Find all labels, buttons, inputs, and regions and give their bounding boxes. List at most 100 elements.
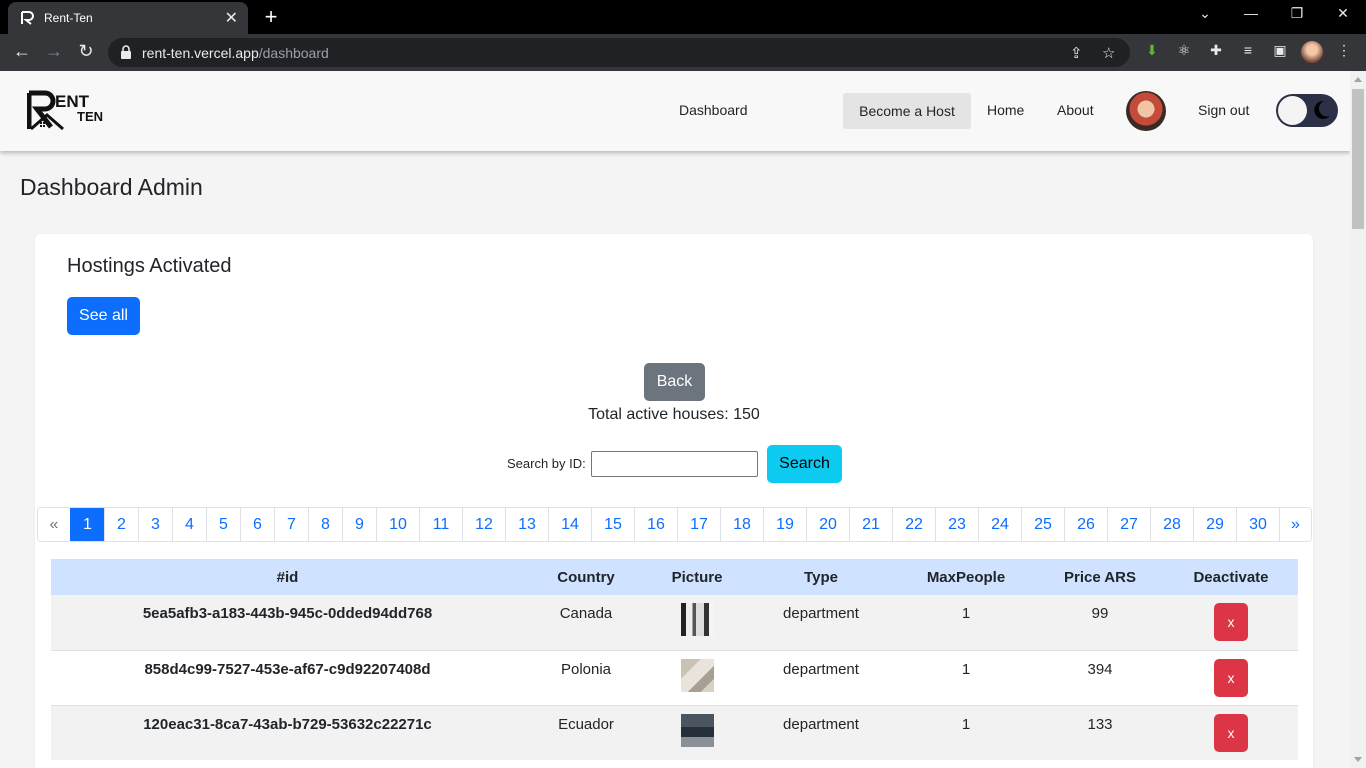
pagination-page-8[interactable]: 8 [308, 508, 342, 541]
pagination-page-21[interactable]: 21 [849, 508, 892, 541]
pagination-page-18[interactable]: 18 [720, 508, 763, 541]
browser-tab[interactable]: Rent-Ten ✕ [8, 2, 248, 34]
cell-country: Polonia [524, 649, 648, 706]
cell-price: 394 [1036, 649, 1164, 706]
pagination-page-5[interactable]: 5 [206, 508, 240, 541]
pagination-page-9[interactable]: 9 [342, 508, 376, 541]
pagination-page-15[interactable]: 15 [591, 508, 634, 541]
col-header-id: #id [51, 559, 524, 595]
pagination-page-11[interactable]: 11 [419, 508, 462, 541]
page-scrollbar[interactable] [1350, 71, 1366, 768]
bookmark-star-icon[interactable]: ☆ [1102, 44, 1115, 62]
share-icon[interactable]: ⇪ [1070, 44, 1083, 62]
download-extension-icon[interactable]: ⬇ [1142, 42, 1162, 62]
forward-arrow-icon[interactable]: → [42, 41, 66, 62]
pagination-page-22[interactable]: 22 [892, 508, 935, 541]
table-row: 5ea5afb3-a183-443b-945c-0dded94dd768 Can… [51, 595, 1298, 650]
reload-icon[interactable]: ↻ [74, 41, 98, 62]
pagination-page-29[interactable]: 29 [1193, 508, 1236, 541]
cell-type: department [746, 649, 896, 706]
pagination-prev[interactable]: « [38, 508, 70, 541]
browser-menu-icon[interactable]: ⋮ [1334, 42, 1354, 62]
back-button[interactable]: Back [644, 363, 705, 401]
rent-ten-logo[interactable]: ENT TEN [27, 89, 111, 133]
become-host-button[interactable]: Become a Host [843, 93, 971, 129]
cell-type: department [746, 705, 896, 760]
nav-about-link[interactable]: About [1057, 102, 1094, 118]
cell-country: Canada [524, 595, 648, 650]
dark-mode-toggle[interactable] [1276, 94, 1338, 127]
moon-icon [1314, 100, 1330, 119]
nav-dashboard-link[interactable]: Dashboard [679, 102, 748, 118]
close-window-icon[interactable]: ✕ [1320, 5, 1366, 22]
back-arrow-icon[interactable]: ← [10, 41, 34, 62]
extensions-puzzle-icon[interactable]: ✚ [1206, 42, 1226, 62]
table-row: 120eac31-8ca7-43ab-b729-53632c22271c Ecu… [51, 705, 1298, 760]
house-picture-thumbnail [680, 603, 714, 636]
restore-icon[interactable]: ❐ [1274, 5, 1320, 22]
scrollbar-thumb[interactable] [1352, 89, 1364, 229]
search-id-input[interactable] [591, 451, 758, 477]
react-devtools-icon[interactable]: ⚛ [1174, 42, 1194, 62]
cell-country: Ecuador [524, 705, 648, 760]
cell-deactivate: x [1164, 649, 1298, 706]
cell-maxpeople: 1 [896, 649, 1036, 706]
search-button[interactable]: Search [767, 445, 842, 483]
pagination-next[interactable]: » [1279, 508, 1311, 541]
address-bar[interactable]: rent-ten.vercel.app/dashboard ⇪ ☆ [108, 38, 1130, 67]
pagination-page-23[interactable]: 23 [935, 508, 978, 541]
col-header-country: Country [524, 559, 648, 595]
pagination-page-27[interactable]: 27 [1107, 508, 1150, 541]
pagination-page-20[interactable]: 20 [806, 508, 849, 541]
pagination-page-3[interactable]: 3 [138, 508, 172, 541]
table-row: 858d4c99-7527-453e-af67-c9d92207408d Pol… [51, 649, 1298, 706]
see-all-button[interactable]: See all [67, 297, 140, 335]
pagination-page-28[interactable]: 28 [1150, 508, 1193, 541]
rent-ten-favicon-icon [21, 11, 34, 25]
search-by-id-label: Search by ID: [507, 456, 586, 471]
pagination-page-4[interactable]: 4 [172, 508, 206, 541]
toggle-knob [1278, 96, 1307, 125]
pagination-page-10[interactable]: 10 [376, 508, 419, 541]
nav-home-link[interactable]: Home [987, 102, 1024, 118]
url-text: rent-ten.vercel.app/dashboard [142, 45, 329, 61]
cell-maxpeople: 1 [896, 705, 1036, 760]
page-viewport: ENT TEN Dashboard Become a Host Home Abo… [0, 71, 1350, 768]
pagination-page-1[interactable]: 1 [70, 508, 104, 541]
pagination-page-24[interactable]: 24 [978, 508, 1021, 541]
minimize-icon[interactable]: — [1228, 5, 1274, 21]
pagination-page-6[interactable]: 6 [240, 508, 274, 541]
deactivate-button[interactable]: x [1214, 658, 1248, 697]
pagination-page-17[interactable]: 17 [677, 508, 720, 541]
browser-tab-bar: Rent-Ten ✕ + ⌄ — ❐ ✕ [0, 0, 1366, 34]
pagination-page-19[interactable]: 19 [763, 508, 806, 541]
new-tab-icon[interactable]: + [260, 4, 282, 30]
cell-deactivate: x [1164, 705, 1298, 760]
pagination-page-7[interactable]: 7 [274, 508, 308, 541]
reading-list-icon[interactable]: ≡ [1238, 42, 1258, 62]
deactivate-button[interactable]: x [1214, 603, 1248, 641]
sign-out-link[interactable]: Sign out [1198, 102, 1249, 118]
profile-avatar-icon[interactable] [1301, 41, 1323, 63]
table-header-row: #id Country Picture Type MaxPeople Price… [51, 559, 1298, 595]
pagination-page-26[interactable]: 26 [1064, 508, 1107, 541]
cell-id: 5ea5afb3-a183-443b-945c-0dded94dd768 [51, 595, 524, 650]
pagination-page-2[interactable]: 2 [104, 508, 138, 541]
side-panel-icon[interactable]: ▣ [1270, 42, 1290, 62]
scroll-up-arrow-icon[interactable] [1354, 77, 1362, 82]
col-header-type: Type [746, 559, 896, 595]
user-avatar[interactable] [1126, 91, 1166, 131]
cell-picture [648, 705, 746, 760]
tab-search-icon[interactable]: ⌄ [1182, 5, 1228, 22]
close-tab-icon[interactable]: ✕ [225, 8, 238, 28]
pagination-page-25[interactable]: 25 [1021, 508, 1064, 541]
pagination-page-30[interactable]: 30 [1236, 508, 1279, 541]
deactivate-button[interactable]: x [1214, 713, 1248, 752]
pagination-page-12[interactable]: 12 [462, 508, 505, 541]
pagination-page-13[interactable]: 13 [505, 508, 548, 541]
pagination-page-14[interactable]: 14 [548, 508, 591, 541]
cell-picture [648, 595, 746, 650]
tab-title: Rent-Ten [44, 11, 93, 25]
scroll-down-arrow-icon[interactable] [1354, 757, 1362, 762]
pagination-page-16[interactable]: 16 [634, 508, 677, 541]
